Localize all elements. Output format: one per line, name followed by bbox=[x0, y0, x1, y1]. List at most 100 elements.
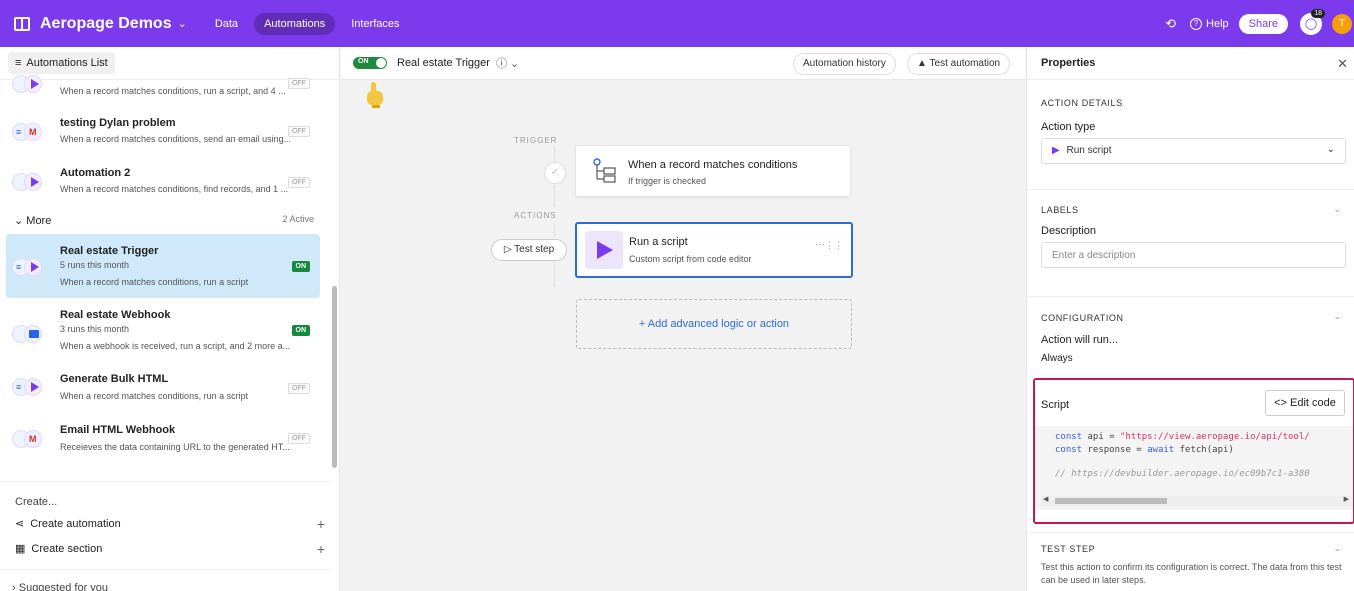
notification-button[interactable]: ◯ 18 bbox=[1300, 8, 1325, 35]
automation-description: When a record matches conditions, run a … bbox=[60, 86, 286, 96]
automation-description: When a record matches conditions, send a… bbox=[60, 134, 292, 144]
hierarchy-icon bbox=[593, 158, 616, 183]
automations-sidebar: ≡ Automations List When a record matches… bbox=[0, 47, 340, 591]
list-item[interactable]: Real estate Webhook 3 runs this month Wh… bbox=[6, 308, 320, 354]
section-heading: LABELS bbox=[1041, 205, 1079, 215]
chevron-down-icon[interactable]: ⌄ bbox=[1333, 204, 1341, 215]
status-badge: ON bbox=[291, 325, 310, 336]
code-horizontal-scrollbar[interactable]: ◀ ▶ bbox=[1041, 496, 1351, 506]
properties-panel: Properties ✕ ACTION DETAILS Action type … bbox=[1026, 47, 1354, 591]
code-token: const bbox=[1055, 432, 1083, 442]
nav-interfaces[interactable]: Interfaces bbox=[341, 13, 409, 35]
plus-icon: + bbox=[316, 515, 325, 532]
create-label: Create... bbox=[15, 496, 58, 508]
top-right-actions: ⟲ ? Help Share ◯ 18 T bbox=[1165, 0, 1354, 47]
actions-section-label: ACTIONS bbox=[514, 211, 557, 220]
create-section: Create... ⋖ Create automation + ▦ Create… bbox=[0, 481, 330, 569]
list-item-selected[interactable]: ≡ Real estate Trigger 5 runs this month … bbox=[6, 234, 320, 298]
chevron-down-icon[interactable]: ⌄ bbox=[1333, 543, 1341, 554]
create-section-button[interactable]: ▦ Create section + bbox=[15, 541, 325, 557]
automation-description: When a webhook is received, run a script… bbox=[60, 341, 291, 351]
chevron-down-icon[interactable]: ⌄ bbox=[1333, 311, 1341, 322]
help-button[interactable]: ? Help bbox=[1190, 17, 1229, 30]
automation-description: When a record matches conditions, run a … bbox=[60, 277, 249, 287]
sidebar-scrollbar[interactable] bbox=[332, 286, 337, 468]
chevron-right-icon: › bbox=[12, 582, 16, 591]
trigger-subtitle: If trigger is checked bbox=[628, 176, 707, 186]
pointer-hand-icon bbox=[367, 82, 383, 108]
action-details-section: ACTION DETAILS Action type ▶ Run script … bbox=[1027, 80, 1354, 190]
description-input[interactable]: Enter a description bbox=[1041, 242, 1346, 268]
info-icon[interactable]: ⓘ ⌄ bbox=[496, 55, 519, 71]
automation-toggle[interactable]: ON bbox=[353, 57, 387, 69]
play-icon: ▶ bbox=[1052, 145, 1060, 156]
action-type-select[interactable]: ▶ Run script ⌄ bbox=[1041, 138, 1346, 164]
more-options-icon[interactable]: ··· bbox=[815, 239, 825, 250]
create-automation-button[interactable]: ⋖ Create automation + bbox=[15, 515, 325, 532]
code-token: await bbox=[1147, 445, 1175, 455]
nav-automations[interactable]: Automations bbox=[254, 12, 336, 35]
automation-icon bbox=[12, 75, 44, 93]
code-token: "https://view.aeropage.io/api/tool/ bbox=[1120, 432, 1310, 442]
action-type-value: Run script bbox=[1066, 145, 1112, 156]
toggle-knob bbox=[376, 58, 386, 68]
drag-handle-icon[interactable]: ⋮⋮ bbox=[825, 240, 843, 251]
test-step-button[interactable]: ▷ Test step bbox=[491, 239, 567, 261]
automation-description: When a record matches conditions, run a … bbox=[60, 391, 249, 401]
automation-icon: M bbox=[12, 430, 44, 448]
script-field: Script <> Edit code const api = "https:/… bbox=[1033, 378, 1354, 524]
close-icon[interactable]: ✕ bbox=[1337, 56, 1348, 72]
automation-name[interactable]: Real estate Trigger bbox=[397, 57, 490, 69]
notification-count: 18 bbox=[1311, 8, 1325, 18]
action-will-run-label: Action will run... bbox=[1041, 334, 1119, 346]
run-count: 3 runs this month bbox=[60, 324, 130, 334]
add-logic-button[interactable]: + Add advanced logic or action bbox=[576, 299, 852, 349]
flask-icon: ▲ bbox=[917, 58, 927, 69]
chevron-down-icon: ⌄ bbox=[1326, 144, 1335, 155]
list-item[interactable]: When a record matches conditions, run a … bbox=[6, 75, 320, 103]
list-item[interactable]: M Email HTML Webhook Receieves the data … bbox=[6, 423, 320, 457]
trigger-title: When a record matches conditions bbox=[628, 159, 798, 171]
book-icon bbox=[14, 16, 30, 31]
scrollbar-thumb[interactable] bbox=[1055, 498, 1167, 504]
status-badge: OFF bbox=[288, 383, 310, 394]
code-token: const bbox=[1055, 445, 1083, 455]
nav-data[interactable]: Data bbox=[205, 13, 248, 35]
test-step-description: Test this action to confirm its configur… bbox=[1041, 562, 1342, 585]
list-item[interactable]: Automation 2 When a record matches condi… bbox=[6, 165, 320, 199]
play-outline-icon: ▷ bbox=[503, 244, 512, 255]
more-section-header[interactable]: ⌄ More 2 Active bbox=[14, 214, 314, 227]
automations-list-button[interactable]: ≡ Automations List bbox=[8, 52, 115, 74]
action-card[interactable]: Run a script Custom script from code edi… bbox=[575, 222, 853, 278]
configuration-section: CONFIGURATION ⌄ Action will run... Alway… bbox=[1027, 297, 1354, 377]
create-section-label: Create section bbox=[31, 542, 103, 555]
automation-history-button[interactable]: Automation history bbox=[793, 53, 896, 75]
trigger-card[interactable]: When a record matches conditions If trig… bbox=[575, 145, 851, 197]
section-heading: CONFIGURATION bbox=[1041, 313, 1124, 323]
run-count: 5 runs this month bbox=[60, 260, 130, 270]
scroll-left-icon[interactable]: ◀ bbox=[1043, 495, 1048, 503]
automation-icon bbox=[12, 173, 44, 191]
active-count: 2 Active bbox=[282, 214, 314, 224]
status-badge: OFF bbox=[288, 177, 310, 188]
description-label: Description bbox=[1041, 225, 1097, 237]
edit-code-button[interactable]: <> Edit code bbox=[1265, 390, 1345, 416]
avatar[interactable]: T bbox=[1332, 13, 1352, 34]
app-brand[interactable]: Aeropage Demos ⌄ bbox=[14, 15, 187, 33]
test-automation-button[interactable]: ▲ Test automation bbox=[907, 53, 1011, 75]
top-bar: Aeropage Demos ⌄ Data Automations Interf… bbox=[0, 0, 1354, 47]
connector-line bbox=[554, 185, 555, 207]
scroll-right-icon[interactable]: ▶ bbox=[1344, 495, 1349, 503]
list-item[interactable]: ≡ Generate Bulk HTML When a record match… bbox=[6, 372, 320, 406]
code-token: fetch(api) bbox=[1174, 445, 1234, 455]
labels-section: LABELS ⌄ Description Enter a description bbox=[1027, 190, 1354, 297]
chevron-down-icon: ⌄ bbox=[177, 18, 187, 30]
status-badge: OFF bbox=[288, 433, 310, 444]
history-icon[interactable]: ⟲ bbox=[1165, 16, 1176, 32]
more-label: More bbox=[26, 215, 52, 227]
list-item[interactable]: ≡ M testing Dylan problem When a record m… bbox=[6, 115, 320, 149]
share-button[interactable]: Share bbox=[1238, 13, 1288, 34]
suggested-for-you[interactable]: › Suggested for you bbox=[0, 569, 330, 591]
code-token: response = bbox=[1082, 445, 1148, 455]
automations-list-label: Automations List bbox=[26, 57, 108, 69]
